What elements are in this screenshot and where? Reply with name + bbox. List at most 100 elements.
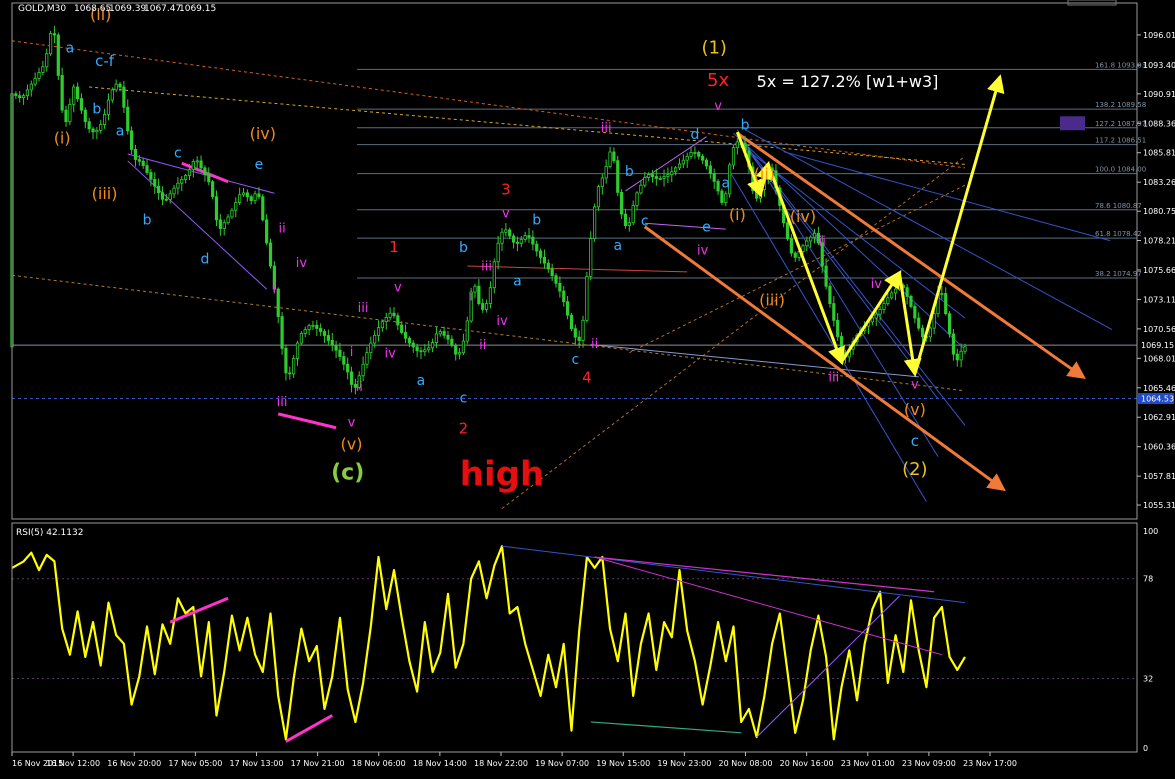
- price-tick-label: 1080.75: [1143, 207, 1175, 216]
- candle-body: [940, 293, 944, 295]
- candle-body: [812, 232, 817, 238]
- wave-label: (iv): [250, 124, 276, 143]
- candle-body: [430, 342, 435, 349]
- wave-label: a: [721, 175, 730, 191]
- candle-body: [565, 301, 570, 316]
- wave-label: iii: [601, 121, 612, 136]
- candle-body: [932, 313, 936, 329]
- candle-body: [253, 193, 257, 201]
- candle-body: [631, 205, 635, 224]
- candle-body: [361, 363, 365, 377]
- candle-body: [438, 331, 442, 335]
- wave-label: b: [459, 240, 468, 256]
- candle-body: [45, 53, 49, 68]
- candle-body: [905, 287, 909, 297]
- candle-body: [419, 350, 423, 353]
- wave-label: 4: [582, 369, 592, 387]
- candle-body: [519, 239, 523, 244]
- candle-body: [311, 324, 315, 327]
- candle-body: [805, 240, 809, 247]
- candle-body: [662, 176, 666, 179]
- candle-body: [369, 342, 373, 354]
- candle-body: [153, 179, 157, 187]
- candle-body: [731, 147, 736, 166]
- candle-body: [99, 124, 103, 131]
- fib-level-label: 138.2 1089.58: [1095, 101, 1146, 109]
- candle-body: [203, 167, 207, 176]
- candle-body: [411, 342, 415, 348]
- time-tick-label: 20 Nov 08:00: [719, 759, 773, 768]
- candle-body: [64, 109, 68, 123]
- candle-body: [160, 192, 165, 200]
- candle-body: [388, 312, 392, 318]
- wave-label: v: [348, 416, 356, 431]
- fib-level-label: 38.2 1074.97: [1095, 270, 1142, 278]
- candle-body: [473, 285, 477, 293]
- candle-body: [496, 242, 500, 263]
- candle-body: [315, 324, 319, 329]
- candle-body: [481, 303, 485, 310]
- time-tick-label: 23 Nov 09:00: [902, 759, 956, 768]
- price-tick-label: 1090.91: [1143, 90, 1175, 99]
- wave-label: b: [532, 212, 541, 228]
- candle-body: [241, 192, 246, 196]
- time-tick-label: 23 Nov 01:00: [841, 759, 895, 768]
- candle-body: [396, 315, 400, 326]
- wave-label: i: [273, 282, 277, 297]
- candle-body: [596, 186, 601, 208]
- candle-body: [801, 245, 805, 253]
- candle-body: [191, 161, 195, 170]
- candle-body: [890, 292, 894, 299]
- wave-label: a: [613, 238, 622, 254]
- wave-label: iv: [697, 243, 709, 258]
- candle-body: [141, 160, 145, 166]
- wave-label: iv: [296, 256, 308, 271]
- wave-label: ii: [356, 380, 363, 395]
- time-tick-label: 18 Nov 22:00: [474, 759, 528, 768]
- candle-body: [836, 319, 840, 337]
- candle-body: [627, 222, 631, 227]
- candle-body: [265, 219, 269, 244]
- candle-body: [380, 321, 384, 329]
- wave-label: (i): [54, 129, 71, 148]
- candle-body: [523, 235, 527, 240]
- candle-body: [423, 349, 427, 353]
- candle-body: [392, 312, 396, 317]
- candle-body: [299, 333, 303, 344]
- candle-body: [446, 334, 450, 340]
- candle-body: [955, 353, 959, 361]
- candle-body: [639, 184, 643, 194]
- wave-label: c-f: [95, 52, 115, 70]
- candle-body: [29, 83, 33, 91]
- candle-body: [284, 347, 288, 374]
- candle-body: [581, 319, 585, 341]
- price-tick-label: 1078.21: [1143, 237, 1175, 246]
- candle-body: [643, 177, 647, 186]
- candle-body: [41, 66, 45, 73]
- candle-body: [95, 129, 99, 133]
- fib-level-label: 61.8 1078.42: [1095, 230, 1142, 238]
- symbol-label: GOLD,M30: [18, 4, 66, 14]
- candle-body: [666, 174, 670, 177]
- candle-body: [674, 167, 678, 173]
- candle-body: [280, 316, 284, 349]
- price-tick-label: 1065.46: [1143, 384, 1175, 393]
- candle-body: [677, 163, 682, 169]
- candle-body: [164, 198, 168, 201]
- candle-body: [612, 151, 616, 162]
- wave-label: 2: [459, 420, 469, 438]
- candle-body: [187, 169, 192, 176]
- wave-label: iv: [496, 314, 508, 329]
- price-tick-label: 1083.26: [1143, 178, 1175, 187]
- candle-body: [234, 202, 238, 211]
- candle-body: [577, 336, 581, 341]
- wave-label: 3: [501, 180, 511, 198]
- ohlc-close: 1069.15: [179, 4, 216, 14]
- price-tick-label: 1093.40: [1143, 61, 1175, 70]
- wave-label: c: [641, 214, 649, 230]
- wave-label: ii: [591, 337, 598, 352]
- wave-label: b: [741, 118, 750, 134]
- candle-body: [226, 216, 230, 224]
- candle-body: [322, 331, 327, 336]
- candle-body: [554, 275, 558, 284]
